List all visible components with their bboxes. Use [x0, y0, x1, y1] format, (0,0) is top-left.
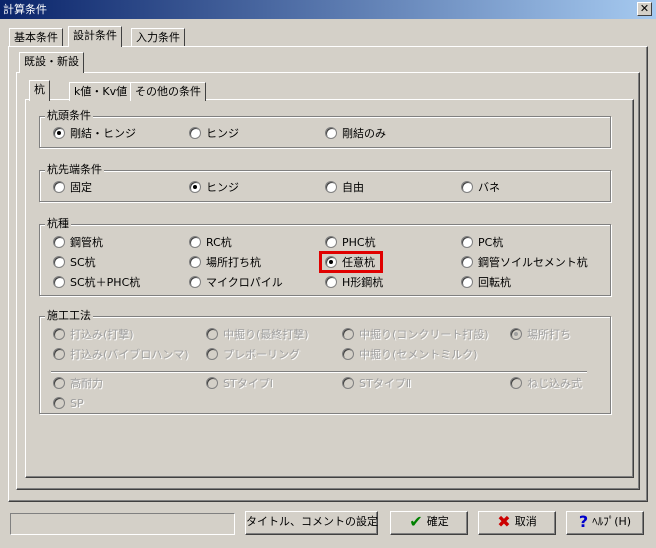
- radio-icon: [325, 127, 337, 139]
- radio-driving-vibro[interactable]: 打込み(バイブロハンマ): [53, 347, 189, 363]
- radio-selected-icon: [53, 127, 65, 139]
- radio-fixed[interactable]: 固定: [53, 180, 92, 196]
- radio-pre-boring[interactable]: プレボーリング: [206, 347, 300, 363]
- radio-selected-icon: [189, 181, 201, 193]
- radio-selected-icon: [510, 328, 522, 340]
- radio-steel-pipe-soil-cement-pile[interactable]: 鋼管ソイルセメント杭: [461, 255, 588, 271]
- radio-icon: [206, 377, 218, 389]
- radio-icon: [325, 236, 337, 248]
- radio-phc-pile[interactable]: PHC杭: [325, 235, 376, 251]
- radio-icon: [342, 348, 354, 360]
- radio-icon: [461, 256, 473, 268]
- radio-icon: [461, 236, 473, 248]
- group-construction-title: 施工工法: [45, 309, 93, 323]
- radio-inner-excavation-final[interactable]: 中掘り(最終打撃): [206, 327, 309, 343]
- group-pile-type-title: 杭種: [45, 217, 71, 231]
- radio-icon: [53, 181, 65, 193]
- selected-option-highlight: [319, 251, 383, 273]
- radio-icon: [461, 181, 473, 193]
- radio-inner-excavation-concrete[interactable]: 中掘り(コンクリート打設): [342, 327, 489, 343]
- radio-icon: [53, 397, 65, 409]
- radio-icon: [189, 127, 201, 139]
- radio-cast-in-place-pile[interactable]: 場所打ち杭: [189, 255, 261, 271]
- radio-screw-in[interactable]: ねじ込み式: [510, 376, 582, 392]
- radio-sc-pile[interactable]: SC杭: [53, 255, 96, 271]
- radio-tip-hinge[interactable]: ヒンジ: [189, 180, 239, 196]
- group-pile-head-title: 杭頭条件: [45, 109, 93, 123]
- group-pile-tip-title: 杭先端条件: [45, 163, 104, 177]
- construction-separator: [51, 371, 587, 373]
- radio-st-type-1[interactable]: STタイプⅠ: [206, 376, 273, 392]
- radio-high-capacity[interactable]: 高耐力: [53, 376, 103, 392]
- radio-icon: [189, 256, 201, 268]
- radio-icon: [206, 328, 218, 340]
- radio-icon: [53, 377, 65, 389]
- radio-icon: [325, 181, 337, 193]
- radio-icon: [206, 348, 218, 360]
- radio-icon: [461, 276, 473, 288]
- radio-cast-in-place[interactable]: 場所打ち: [510, 327, 571, 343]
- radio-icon: [342, 377, 354, 389]
- radio-micropile[interactable]: マイクロパイル: [189, 275, 283, 291]
- radio-driving-impact[interactable]: 打込み(打撃): [53, 327, 134, 343]
- radio-icon: [53, 348, 65, 360]
- radio-inner-excavation-cement[interactable]: 中掘り(セメントミルク): [342, 347, 477, 363]
- radio-head-hinge[interactable]: ヒンジ: [189, 126, 239, 142]
- radio-rigid-only[interactable]: 剛結のみ: [325, 126, 386, 142]
- radio-free[interactable]: 自由: [325, 180, 364, 196]
- radio-icon: [189, 236, 201, 248]
- radio-icon: [53, 236, 65, 248]
- radio-h-steel-pile[interactable]: H形鋼杭: [325, 275, 383, 291]
- radio-icon: [53, 276, 65, 288]
- radio-icon: [325, 276, 337, 288]
- radio-icon: [189, 276, 201, 288]
- radio-icon: [510, 377, 522, 389]
- radio-spring[interactable]: バネ: [461, 180, 500, 196]
- radio-steel-pipe-pile[interactable]: 鋼管杭: [53, 235, 103, 251]
- radio-rc-pile[interactable]: RC杭: [189, 235, 232, 251]
- radio-sp[interactable]: SP: [53, 396, 84, 412]
- radio-icon: [53, 256, 65, 268]
- radio-st-type-2[interactable]: STタイプⅡ: [342, 376, 411, 392]
- radio-sc-phc-pile[interactable]: SC杭＋PHC杭: [53, 275, 140, 291]
- radio-pc-pile[interactable]: PC杭: [461, 235, 503, 251]
- radio-rigid-hinge[interactable]: 剛結・ヒンジ: [53, 126, 136, 142]
- radio-icon: [342, 328, 354, 340]
- radio-icon: [53, 328, 65, 340]
- radio-rotary-pile[interactable]: 回転杭: [461, 275, 511, 291]
